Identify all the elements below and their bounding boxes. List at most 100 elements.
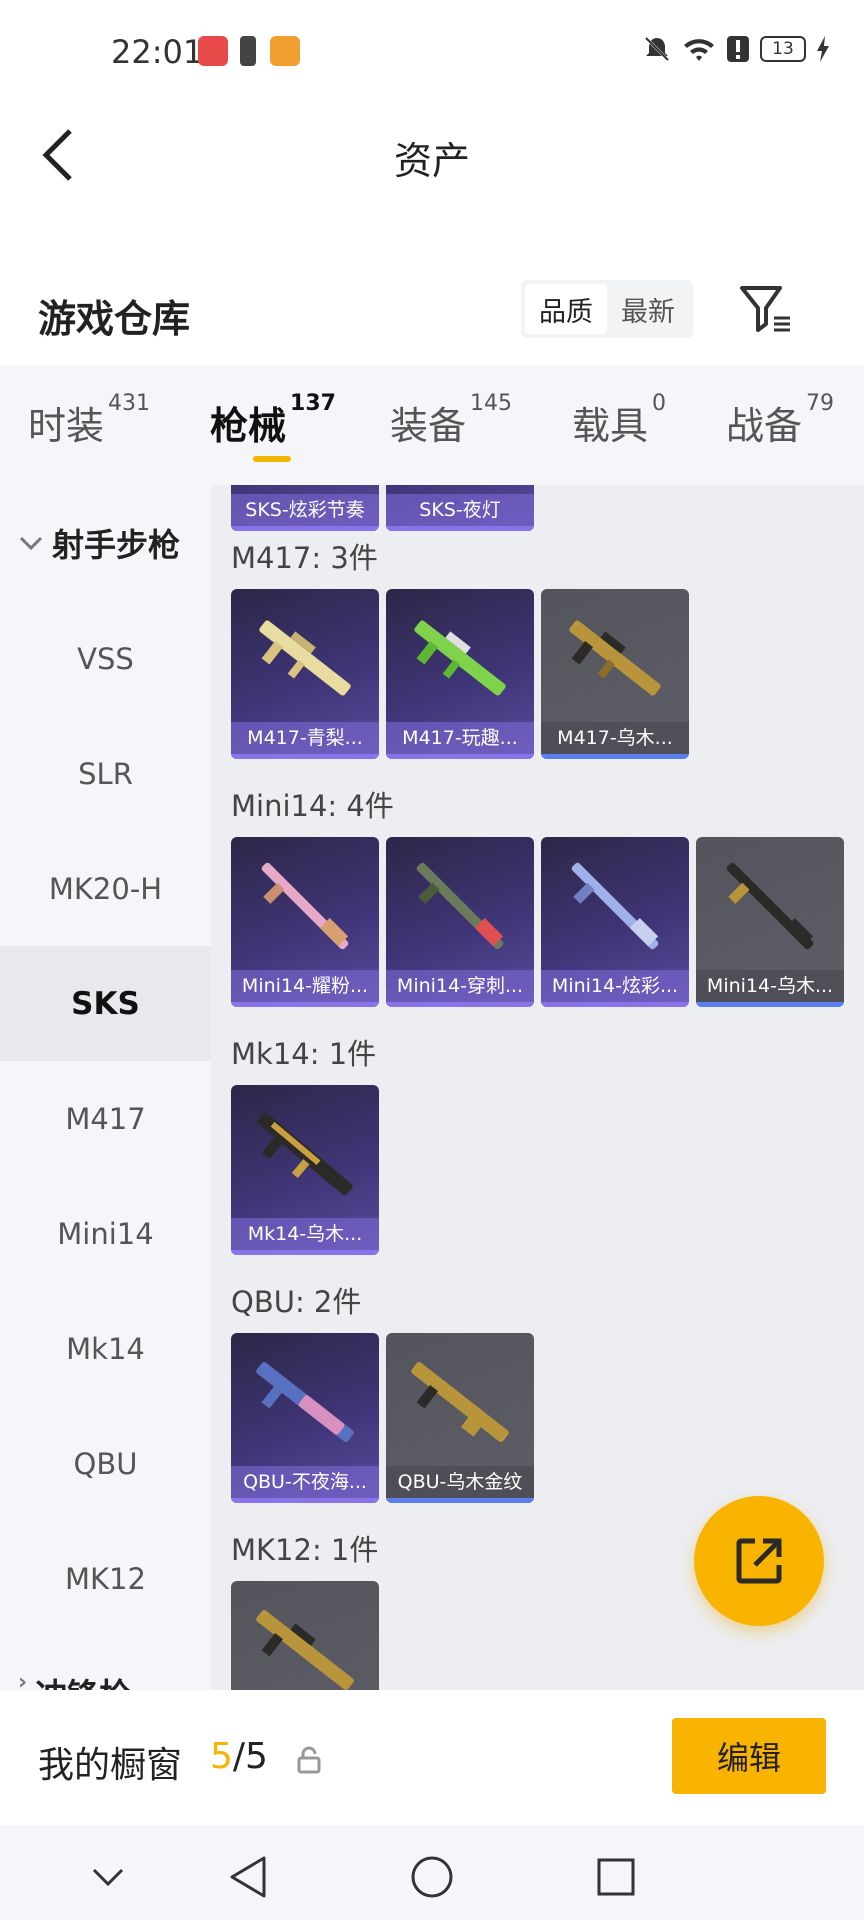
- skin-card-label: SKS-炫彩节奏: [231, 494, 379, 526]
- warehouse-header: 游戏仓库 品质 最新: [0, 270, 864, 365]
- chevron-right-icon: ›: [18, 1670, 28, 1690]
- skin-card[interactable]: SKS-炫彩节奏: [231, 485, 379, 531]
- sidebar-item-sks[interactable]: SKS: [0, 946, 211, 1061]
- rifle-image: [259, 620, 351, 696]
- tab-fashion-label: 时装: [28, 404, 105, 448]
- skin-card-label: Mk14-乌木...: [231, 1218, 379, 1250]
- rifle-image: [569, 620, 661, 696]
- rarity-bar: [541, 1002, 689, 1007]
- status-icons: 13: [642, 34, 830, 64]
- sidebar-item-mk20h[interactable]: MK20-H: [0, 831, 211, 946]
- share-icon: [736, 1538, 782, 1584]
- showcase-count: 5/5: [210, 1736, 268, 1777]
- tab-weapons-count: 137: [290, 391, 336, 416]
- sort-quality-option[interactable]: 品质: [525, 284, 607, 334]
- rarity-bar: [231, 526, 379, 531]
- skin-card[interactable]: Mini14-耀粉...: [231, 837, 379, 1007]
- rifle-image: [414, 620, 506, 696]
- skin-card-label: M417-青梨...: [231, 722, 379, 754]
- game-app-icon: [270, 36, 300, 66]
- tab-weapons[interactable]: 枪械137: [210, 391, 336, 450]
- sidebar-item-slr[interactable]: SLR: [0, 716, 211, 831]
- showcase-current: 5: [210, 1736, 233, 1777]
- tab-fashion-count: 431: [108, 391, 151, 416]
- battery-level: 13: [772, 39, 794, 59]
- active-tab-indicator: [253, 456, 291, 462]
- rifle-image: [726, 862, 814, 950]
- warehouse-title: 游戏仓库: [38, 297, 191, 341]
- skin-card-label: Mini14-耀粉...: [231, 970, 379, 1002]
- skin-card-label: Mini14-乌木...: [696, 970, 844, 1002]
- edit-button[interactable]: 编辑: [672, 1718, 826, 1794]
- skin-card-label: QBU-不夜海...: [231, 1466, 379, 1498]
- showcase-bar: 我的橱窗 5/5 编辑: [0, 1690, 864, 1825]
- filter-button[interactable]: [736, 280, 796, 340]
- skin-card-label: M417-乌木...: [541, 722, 689, 754]
- wifi-icon: [684, 39, 714, 61]
- skin-card[interactable]: QBU-乌木金纹: [386, 1333, 534, 1503]
- skin-card-label: Mini14-穿刺...: [386, 970, 534, 1002]
- rarity-bar: [231, 1250, 379, 1255]
- skin-card-label: M417-玩趣...: [386, 722, 534, 754]
- sidebar-category-marksman[interactable]: 射手步枪: [0, 485, 211, 600]
- rarity-bar: [386, 1498, 534, 1503]
- share-button[interactable]: [694, 1496, 824, 1626]
- sidebar-item-vss[interactable]: VSS: [0, 601, 211, 716]
- rarity-bar: [231, 1002, 379, 1007]
- nav-recents-button[interactable]: [586, 1847, 646, 1907]
- skin-card[interactable]: Mini14-炫彩...: [541, 837, 689, 1007]
- sidebar-category-smg[interactable]: › 冲锋枪: [0, 1670, 211, 1690]
- showcase-total: 5: [245, 1736, 268, 1777]
- huawei-app-icon: [198, 36, 228, 66]
- skin-card[interactable]: M417-青梨...: [231, 589, 379, 759]
- showcase-title: 我的橱窗: [38, 1745, 183, 1786]
- system-navigation-bar: [0, 1825, 864, 1920]
- sidebar-item-m417[interactable]: M417: [0, 1061, 211, 1176]
- battery-icon: 13: [760, 36, 806, 62]
- tab-supplies-label: 战备: [726, 404, 803, 448]
- chevron-down-icon: [19, 536, 43, 550]
- rifle-image: [256, 1609, 354, 1690]
- sort-toggle: 品质 最新: [521, 280, 693, 338]
- sidebar-item-mini14[interactable]: Mini14: [0, 1176, 211, 1291]
- tab-vehicles[interactable]: 载具0: [572, 391, 666, 450]
- rarity-bar: [231, 754, 379, 759]
- sidebar-category-label: 射手步枪: [52, 525, 181, 564]
- mute-icon: [644, 36, 670, 62]
- skin-card[interactable]: QBU-不夜海...: [231, 1333, 379, 1503]
- skin-card[interactable]: SKS-夜灯: [386, 485, 534, 531]
- group-title-qbu: QBU: 2件: [231, 1285, 362, 1319]
- battery-saver-icon: [240, 36, 256, 66]
- tab-supplies[interactable]: 战备79: [726, 391, 834, 450]
- nav-back-button[interactable]: [218, 1847, 278, 1907]
- skin-card[interactable]: M417-玩趣...: [386, 589, 534, 759]
- sidebar-item-mk12[interactable]: MK12: [0, 1521, 211, 1636]
- rarity-bar: [541, 754, 689, 759]
- group-title-m417: M417: 3件: [231, 541, 378, 575]
- tab-vehicles-count: 0: [652, 391, 667, 416]
- sidebar-item-qbu[interactable]: QBU: [0, 1406, 211, 1521]
- skin-card[interactable]: Mini14-穿刺...: [386, 837, 534, 1007]
- app-header: 资产: [0, 100, 864, 210]
- group-title-mk12: MK12: 1件: [231, 1533, 379, 1567]
- rarity-bar: [231, 1498, 379, 1503]
- nav-home-button[interactable]: [402, 1847, 462, 1907]
- rifle-image: [416, 862, 504, 950]
- sidebar-item-mk14[interactable]: Mk14: [0, 1291, 211, 1406]
- sort-newest-option[interactable]: 最新: [607, 284, 689, 334]
- nav-collapse-button[interactable]: [78, 1847, 138, 1907]
- skin-card[interactable]: Mini14-乌木...: [696, 837, 844, 1007]
- rifle-image: [257, 1112, 353, 1196]
- rifle-image: [411, 1361, 509, 1443]
- skin-card[interactable]: M417-乌木...: [541, 589, 689, 759]
- rifle-image: [256, 1361, 354, 1443]
- charging-icon: [817, 36, 829, 62]
- skin-card[interactable]: Mk14-乌木...: [231, 1085, 379, 1255]
- rarity-bar: [696, 1002, 844, 1007]
- back-triangle-icon: [230, 1856, 266, 1898]
- page-title: 资产: [393, 139, 470, 183]
- skin-card[interactable]: [231, 1581, 379, 1690]
- rifle-image: [571, 862, 659, 950]
- tab-fashion[interactable]: 时装431: [28, 391, 150, 450]
- tab-equipment[interactable]: 装备145: [390, 391, 512, 450]
